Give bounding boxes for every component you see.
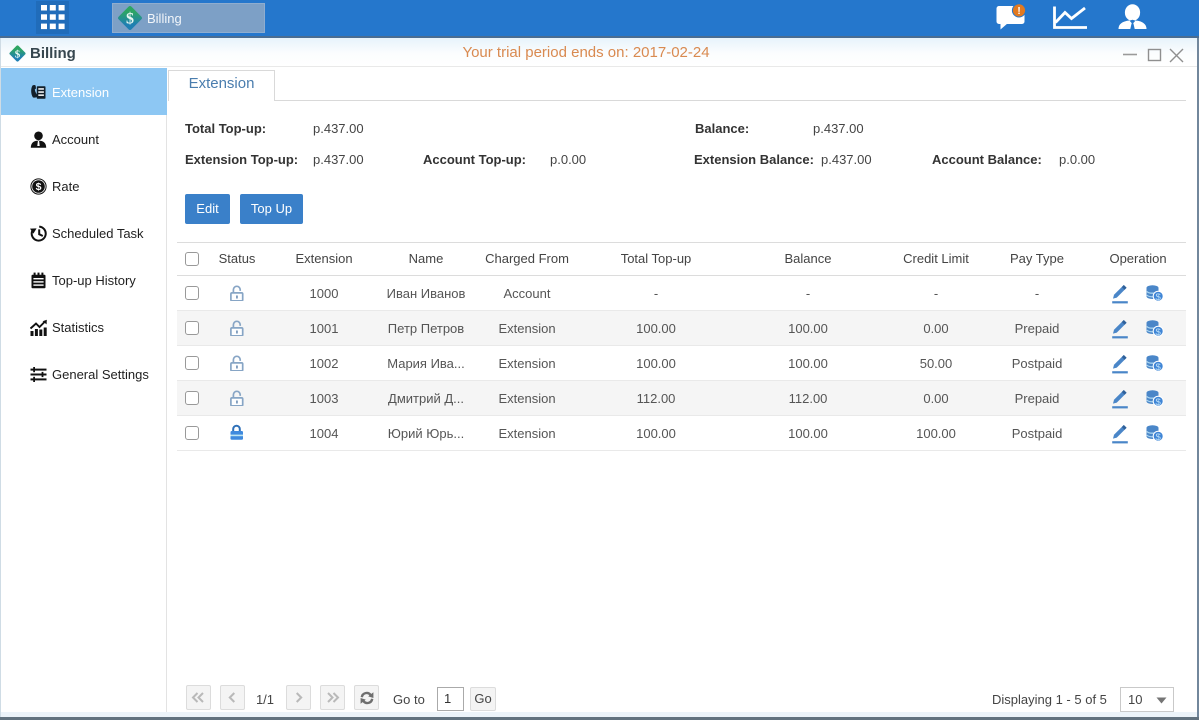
svg-text:!: !: [1017, 6, 1020, 17]
svg-text:$: $: [15, 48, 21, 60]
svg-text:$: $: [126, 11, 134, 28]
svg-text:$: $: [36, 181, 42, 193]
